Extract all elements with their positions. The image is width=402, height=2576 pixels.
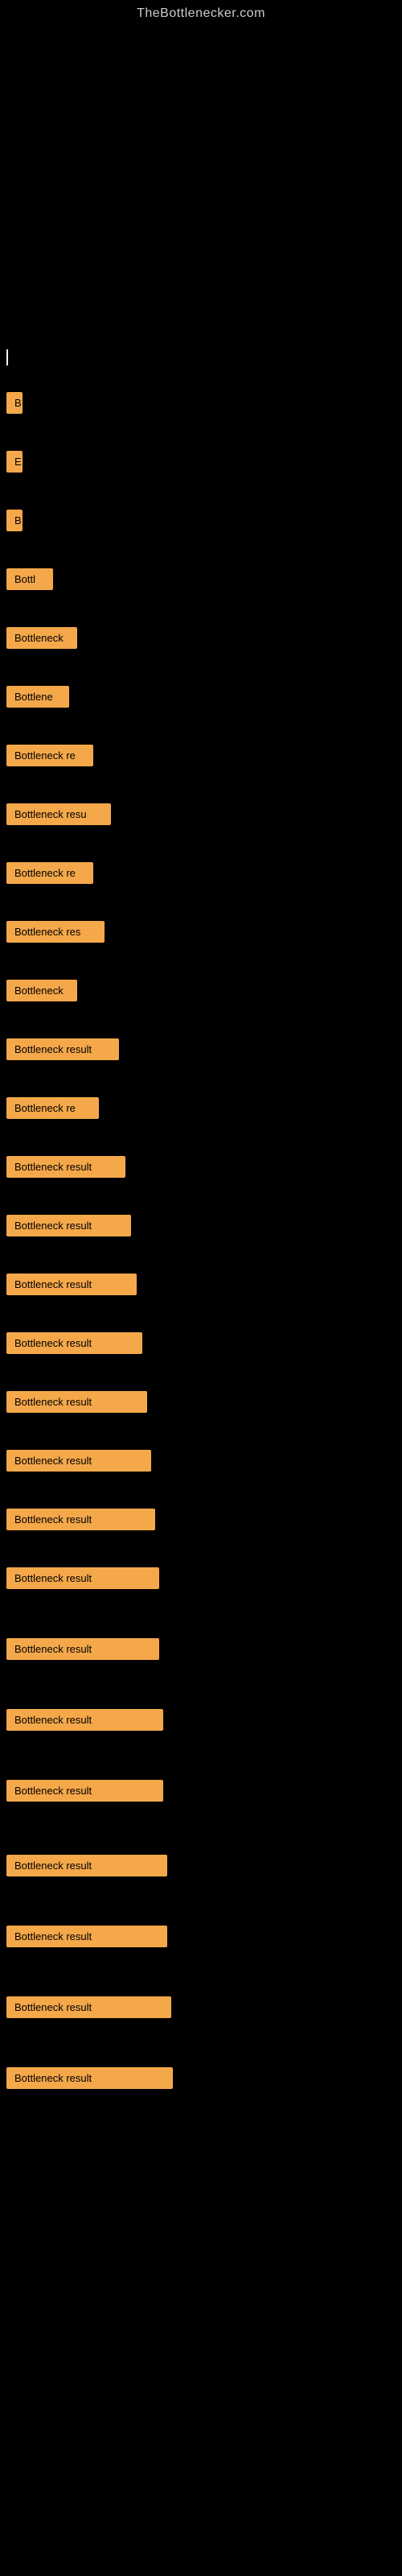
result-item-r17[interactable]: Bottleneck result bbox=[6, 1332, 142, 1354]
result-item-r9[interactable]: Bottleneck re bbox=[6, 862, 93, 884]
result-item-r18[interactable]: Bottleneck result bbox=[6, 1391, 147, 1413]
result-item-r4[interactable]: Bottl bbox=[6, 568, 53, 590]
result-item-r13[interactable]: Bottleneck re bbox=[6, 1097, 99, 1119]
result-item-r16[interactable]: Bottleneck result bbox=[6, 1274, 137, 1295]
result-item-r26[interactable]: Bottleneck result bbox=[6, 1926, 167, 1947]
result-item-r2[interactable]: E bbox=[6, 451, 23, 473]
result-item-r8[interactable]: Bottleneck resu bbox=[6, 803, 111, 825]
result-item-r1[interactable]: B bbox=[6, 392, 23, 414]
result-item-r20[interactable]: Bottleneck result bbox=[6, 1509, 155, 1530]
result-item-r14[interactable]: Bottleneck result bbox=[6, 1156, 125, 1178]
site-title: TheBottlenecker.com bbox=[0, 0, 402, 27]
result-item-r10[interactable]: Bottleneck res bbox=[6, 921, 105, 943]
result-item-r28[interactable]: Bottleneck result bbox=[6, 2067, 173, 2089]
result-item-r7[interactable]: Bottleneck re bbox=[6, 745, 93, 766]
result-item-r19[interactable]: Bottleneck result bbox=[6, 1450, 151, 1472]
result-item-r25[interactable]: Bottleneck result bbox=[6, 1855, 167, 1876]
result-item-r5[interactable]: Bottleneck bbox=[6, 627, 77, 649]
result-item-r24[interactable]: Bottleneck result bbox=[6, 1780, 163, 1802]
result-item-r27[interactable]: Bottleneck result bbox=[6, 1996, 171, 2018]
result-item-r6[interactable]: Bottlene bbox=[6, 686, 69, 708]
result-item-r12[interactable]: Bottleneck result bbox=[6, 1038, 119, 1060]
result-item-r11[interactable]: Bottleneck bbox=[6, 980, 77, 1001]
result-item-r3[interactable]: B bbox=[6, 510, 23, 531]
result-item-r21[interactable]: Bottleneck result bbox=[6, 1567, 159, 1589]
result-item-r22[interactable]: Bottleneck result bbox=[6, 1638, 159, 1660]
cursor-indicator bbox=[6, 349, 8, 365]
result-item-r23[interactable]: Bottleneck result bbox=[6, 1709, 163, 1731]
result-item-r15[interactable]: Bottleneck result bbox=[6, 1215, 131, 1236]
